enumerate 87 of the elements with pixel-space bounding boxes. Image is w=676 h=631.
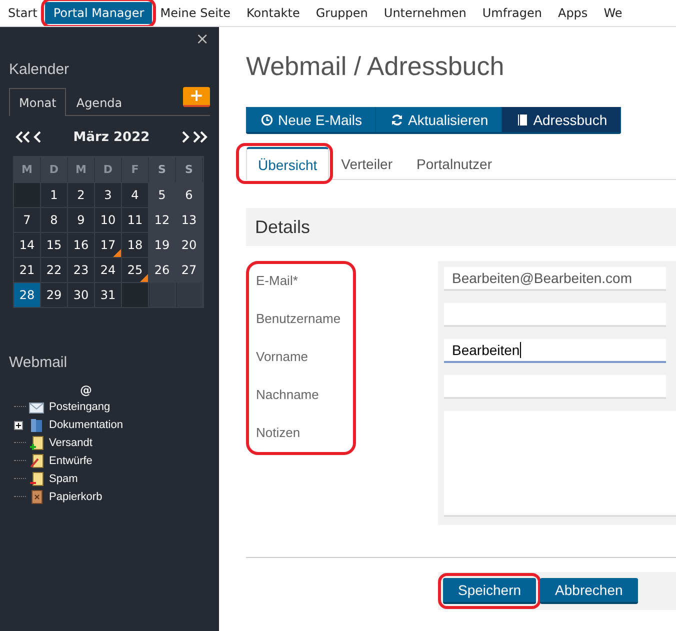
folder-item[interactable]: Spam [49, 473, 78, 485]
page-title: Webmail / Adressbuch [246, 51, 506, 82]
day-cell[interactable]: 28 [14, 282, 41, 307]
nav-link[interactable]: Apps [550, 0, 596, 26]
day-cell[interactable]: 8 [41, 207, 68, 232]
day-cell[interactable]: 19 [149, 232, 176, 257]
day-cell[interactable]: 30 [68, 282, 95, 307]
weekday-header: D [41, 157, 68, 182]
calendar-title: Kalender [9, 61, 70, 78]
folder-item[interactable]: Dokumentation [49, 419, 123, 431]
nav-link[interactable]: Start [0, 0, 46, 26]
nav-link[interactable]: We [596, 0, 630, 26]
day-cell[interactable]: 5 [149, 182, 176, 207]
day-cell[interactable]: 16 [68, 232, 95, 257]
calendar-tab[interactable]: Monat [9, 88, 66, 116]
previous-month-icon[interactable] [33, 131, 42, 143]
notes-field[interactable] [444, 411, 676, 517]
envelope-icon [29, 400, 45, 414]
input-field[interactable]: Bearbeiten@Bearbeiten.com [444, 267, 666, 291]
folder-item[interactable]: Posteingang [49, 401, 110, 413]
nav-link[interactable]: Unternehmen [376, 0, 474, 26]
weekday-header: F [122, 157, 149, 182]
weekday-header: D [95, 157, 122, 182]
day-cell[interactable]: 13 [176, 207, 203, 232]
day-cell[interactable]: 7 [14, 207, 41, 232]
folder-item[interactable]: Versandt [49, 437, 92, 449]
day-cell[interactable]: 22 [41, 257, 68, 282]
field-label: Notizen [255, 425, 302, 442]
form-button[interactable]: Speichern [443, 578, 536, 604]
day-cell[interactable]: 24 [95, 257, 122, 282]
day-cell[interactable]: 12 [149, 207, 176, 232]
day-cell[interactable]: 10 [95, 207, 122, 232]
weekday-header: M [14, 157, 41, 182]
nav-link[interactable]: Meine Seite [152, 0, 239, 26]
day-cell[interactable]: 2 [68, 182, 95, 207]
form-button[interactable]: Abbrechen [540, 578, 638, 604]
month-label: März 2022 [73, 130, 150, 144]
section-title: Details [255, 216, 310, 238]
day-cell[interactable]: 6 [176, 182, 203, 207]
toolbar-button[interactable]: Neue E-Mails [246, 107, 376, 132]
field-label: Benutzername [255, 311, 342, 328]
calendar-tab[interactable]: Agenda [66, 88, 132, 116]
refresh-icon [391, 114, 404, 126]
folder-minus-icon [29, 472, 45, 486]
day-cell[interactable]: 9 [68, 207, 95, 232]
account-label[interactable]: @ [80, 383, 92, 397]
nav-link[interactable]: Umfragen [474, 0, 550, 26]
folder-plus-icon [29, 436, 45, 450]
webmail-title: Webmail [9, 354, 68, 371]
weekday-header: S [176, 157, 203, 182]
clock-icon [261, 114, 273, 126]
day-cell[interactable]: 27 [176, 257, 203, 282]
field-label: E-Mail* [255, 273, 299, 290]
nav-link[interactable]: Kontakte [238, 0, 308, 26]
day-cell[interactable]: 29 [41, 282, 68, 307]
input-field[interactable] [444, 375, 666, 399]
field-label: Nachname [255, 387, 320, 404]
field-label: Vorname [255, 349, 310, 366]
next-year-icon[interactable] [192, 131, 208, 143]
book-icon [517, 114, 528, 126]
day-cell[interactable]: 17 [95, 232, 122, 257]
day-cell[interactable]: 1 [41, 182, 68, 207]
expand-icon[interactable] [14, 420, 23, 430]
tab[interactable]: Übersicht [246, 147, 330, 180]
input-field[interactable]: Bearbeiten [444, 339, 666, 363]
trash-icon [29, 490, 45, 504]
tab[interactable]: Portalnutzer [404, 147, 504, 180]
toolbar-button[interactable]: Adressbuch [502, 107, 622, 132]
day-cell[interactable]: 3 [95, 182, 122, 207]
day-cell[interactable]: 15 [41, 232, 68, 257]
day-cell[interactable]: 26 [149, 257, 176, 282]
folder-pencil-icon [29, 454, 45, 468]
input-field[interactable] [444, 303, 666, 327]
nav-link[interactable]: Gruppen [308, 0, 376, 26]
weekday-header: M [68, 157, 95, 182]
folder-item[interactable]: Entwürfe [49, 455, 92, 467]
tab[interactable]: Verteiler [329, 147, 404, 180]
next-month-icon[interactable] [181, 131, 190, 143]
close-button[interactable]: × [196, 29, 209, 48]
previous-year-icon[interactable] [15, 131, 31, 143]
day-cell[interactable]: 23 [68, 257, 95, 282]
day-cell[interactable]: 14 [14, 232, 41, 257]
folder-item[interactable]: Papierkorb [49, 491, 102, 503]
folder-icon [29, 418, 45, 432]
weekday-header: S [149, 157, 176, 182]
day-cell[interactable]: 20 [176, 232, 203, 257]
nav-link[interactable]: Portal Manager [45, 2, 152, 24]
